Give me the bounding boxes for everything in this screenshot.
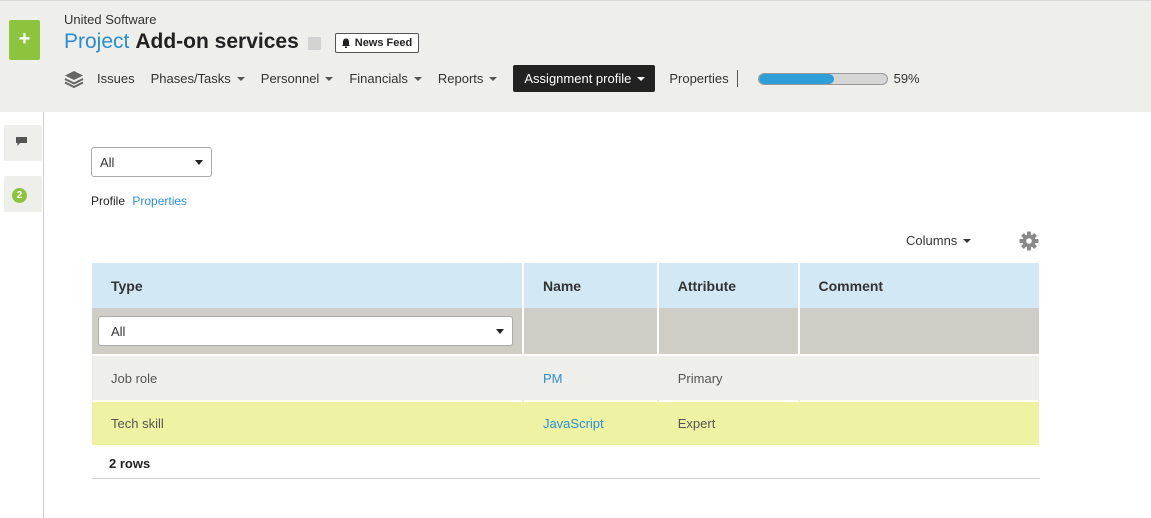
column-header-comment[interactable]: Comment — [798, 263, 1039, 308]
type-filter-select[interactable]: All — [98, 316, 513, 346]
nav-issues[interactable]: Issues — [97, 71, 135, 86]
news-feed-button[interactable]: News Feed — [334, 32, 420, 53]
notifications-button[interactable]: 2 — [4, 176, 42, 212]
layers-icon[interactable] — [64, 70, 84, 88]
columns-label: Columns — [906, 233, 958, 248]
page: + United Software Project Add-on service… — [0, 0, 1151, 518]
chart-icon[interactable] — [307, 37, 321, 50]
cell-name: PM — [522, 354, 658, 401]
assignment-profile-table: Type Name Attribute Comment All Job role… — [92, 263, 1040, 445]
project-progress-bar — [757, 72, 888, 85]
nav-divider — [736, 70, 738, 87]
subtab-properties[interactable]: Properties — [132, 194, 187, 208]
row-count: 2 rows — [92, 448, 1040, 479]
cell-attribute: Expert — [657, 400, 799, 445]
add-button[interactable]: + — [9, 20, 40, 60]
news-feed-label: News Feed — [354, 36, 413, 49]
left-rail: 2 — [0, 112, 44, 518]
chevron-down-icon — [489, 76, 498, 81]
nav-phases-tasks[interactable]: Phases/Tasks — [151, 71, 245, 86]
cell-type: Tech skill — [92, 400, 523, 445]
nav-issues-label: Issues — [97, 71, 135, 86]
nav-properties-label: Properties — [669, 71, 729, 86]
chevron-down-icon — [236, 76, 245, 81]
bell-icon — [341, 38, 350, 48]
nav-assignment-profile-label: Assignment profile — [524, 71, 632, 86]
name-filter-cell — [522, 308, 659, 355]
column-header-attribute[interactable]: Attribute — [657, 263, 800, 308]
nav-personnel-label: Personnel — [260, 71, 320, 86]
table-row[interactable]: Job role PM Primary — [92, 354, 1039, 401]
type-filter-cell: All — [92, 308, 524, 355]
columns-button[interactable]: Columns — [906, 233, 972, 248]
subtab-profile[interactable]: Profile — [91, 194, 125, 208]
profile-filter-value: All — [100, 154, 115, 170]
project-nav: Issues Phases/Tasks Personnel Financials… — [64, 65, 920, 92]
name-link[interactable]: JavaScript — [543, 416, 604, 431]
nav-assignment-profile[interactable]: Assignment profile — [513, 65, 656, 92]
nav-financials[interactable]: Financials — [349, 71, 422, 86]
cell-attribute: Primary — [657, 354, 799, 401]
chevron-down-icon — [637, 76, 646, 81]
chevron-down-icon — [413, 76, 422, 81]
cell-type: Job role — [92, 354, 523, 401]
cell-name: JavaScript — [522, 400, 658, 445]
cell-comment — [798, 400, 1039, 445]
project-name: Add-on services — [135, 30, 299, 53]
comments-button[interactable] — [4, 125, 42, 161]
column-header-type[interactable]: Type — [92, 263, 524, 308]
chevron-down-icon — [325, 76, 334, 81]
nav-reports-label: Reports — [437, 71, 484, 86]
chevron-down-icon — [963, 238, 972, 243]
table-row[interactable]: Tech skill JavaScript Expert — [92, 400, 1039, 445]
comment-icon — [16, 137, 27, 146]
nav-phases-tasks-label: Phases/Tasks — [150, 71, 231, 86]
profile-subtabs: Profile Properties — [91, 194, 187, 208]
chevron-down-icon — [195, 160, 203, 165]
project-header: + United Software Project Add-on service… — [0, 0, 1151, 112]
company-name: United Software — [64, 12, 157, 27]
nav-reports[interactable]: Reports — [438, 71, 498, 86]
count-badge: 2 — [12, 188, 27, 203]
type-filter-value: All — [111, 323, 126, 339]
table-header-row: Type Name Attribute Comment — [92, 263, 1039, 308]
progress-fill — [758, 73, 835, 84]
comment-filter-cell — [798, 308, 1039, 355]
profile-filter-select[interactable]: All — [91, 147, 212, 177]
chevron-down-icon — [496, 329, 504, 334]
gear-icon[interactable] — [1019, 231, 1039, 251]
project-word[interactable]: Project — [64, 30, 129, 54]
table-filter-row: All — [92, 308, 1039, 355]
nav-properties[interactable]: Properties — [669, 71, 728, 86]
project-title-row: Project Add-on services News Feed — [64, 29, 420, 55]
progress-percent: 59% — [893, 71, 920, 86]
attribute-filter-cell — [657, 308, 800, 355]
nav-financials-label: Financials — [349, 71, 408, 86]
column-header-name[interactable]: Name — [522, 263, 659, 308]
nav-personnel[interactable]: Personnel — [261, 71, 334, 86]
name-link[interactable]: PM — [543, 371, 563, 386]
cell-comment — [798, 354, 1039, 401]
